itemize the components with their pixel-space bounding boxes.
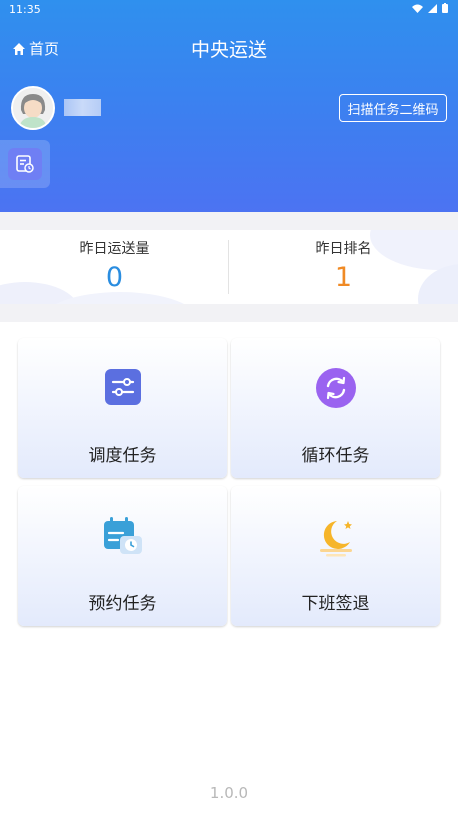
stat-yesterday-ranking: 昨日排名 1	[229, 238, 458, 293]
task-list-button[interactable]	[8, 148, 42, 180]
menu-card-cycle-task[interactable]: 循环任务	[231, 338, 440, 478]
menu-card-appointment-task[interactable]: 预约任务	[18, 486, 227, 626]
status-bar: 11:35	[0, 0, 458, 20]
menu-card-label: 下班签退	[301, 594, 370, 614]
moon-icon	[319, 521, 352, 557]
floating-panel	[0, 140, 50, 188]
task-clock-icon	[16, 155, 34, 173]
signal-icon	[427, 4, 437, 13]
stat-label: 昨日运送量	[79, 241, 150, 257]
menu-card-label: 预约任务	[88, 594, 157, 614]
avatar-image	[13, 88, 53, 128]
menu-card-label: 调度任务	[88, 446, 157, 466]
menu-card-clock-out[interactable]: 下班签退	[231, 486, 440, 626]
stat-value: 1	[334, 262, 353, 293]
stat-yesterday-deliveries: 昨日运送量 0	[0, 238, 229, 293]
scan-qr-button[interactable]: 扫描任务二维码	[339, 94, 447, 122]
status-time: 11:35	[9, 3, 41, 16]
username-blurred	[64, 99, 101, 116]
avatar[interactable]	[11, 86, 55, 130]
status-icons	[411, 3, 448, 16]
sliders-icon	[104, 369, 141, 405]
header: 11:35 首页 中央运送 扫描任务二维码	[0, 0, 458, 212]
menu-grid: 调度任务 循环任务 预约任务 下班签退 1.0.0	[0, 322, 458, 814]
stat-value: 0	[105, 262, 124, 293]
stat-label: 昨日排名	[315, 241, 372, 257]
cycle-icon	[315, 368, 356, 408]
calendar-clock-icon	[103, 517, 142, 554]
stats-panel: 昨日运送量 0 昨日排名 1	[0, 230, 458, 304]
app-version: 1.0.0	[209, 784, 249, 802]
menu-card-dispatch-task[interactable]: 调度任务	[18, 338, 227, 478]
wifi-icon	[411, 4, 423, 13]
menu-card-label: 循环任务	[301, 446, 370, 466]
page-title: 中央运送	[190, 39, 267, 61]
battery-icon	[442, 3, 448, 13]
